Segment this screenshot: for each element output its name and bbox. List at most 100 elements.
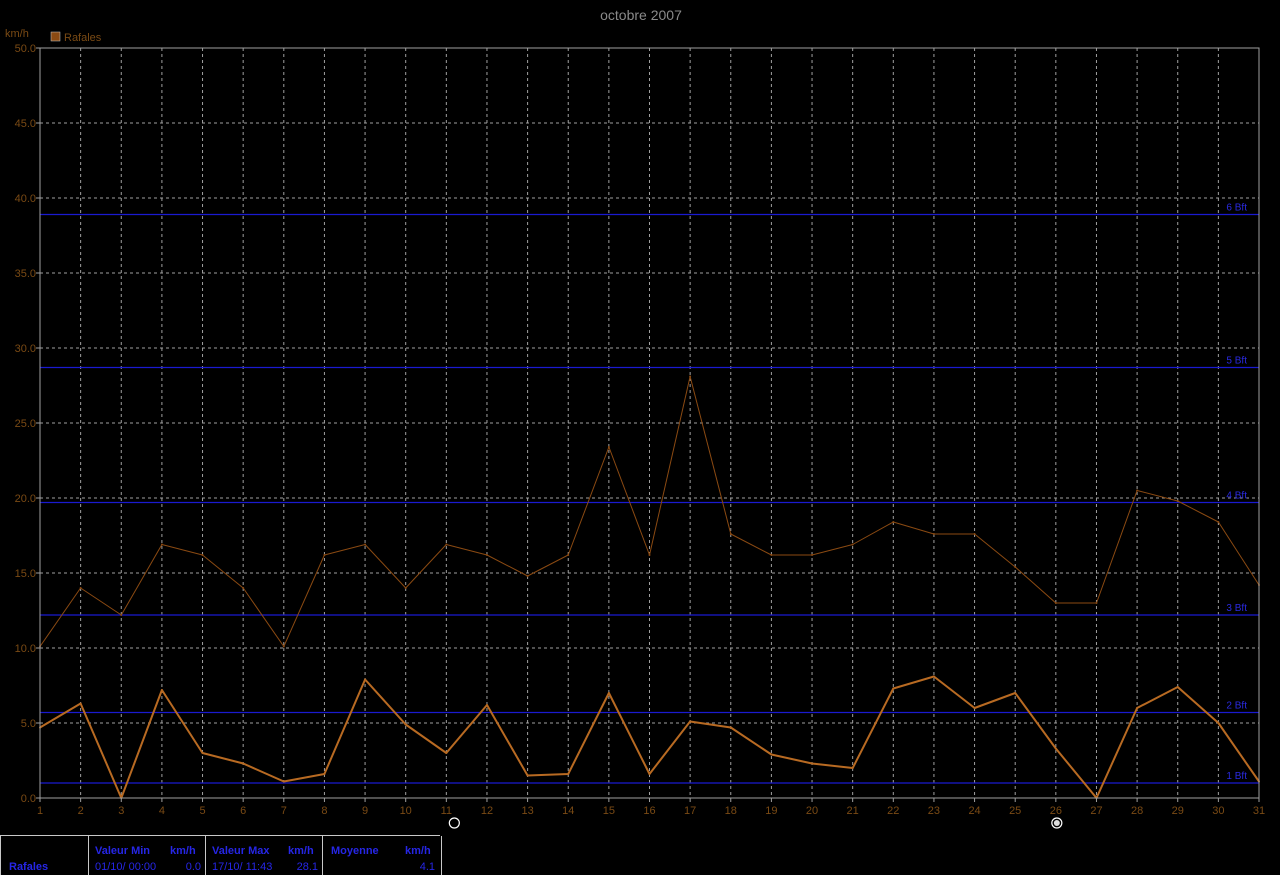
data-point-max xyxy=(729,533,732,535)
data-point-mean xyxy=(323,773,326,775)
x-tick-label: 28 xyxy=(1131,805,1143,817)
y-tick-label: 45.0 xyxy=(15,118,36,130)
y-tick-label: 30.0 xyxy=(15,343,36,355)
avg-header: Moyenne xyxy=(331,845,379,857)
y-tick-label: 35.0 xyxy=(15,268,36,280)
data-point-mean xyxy=(445,752,448,754)
stats-panel: Rafales Valeur Min km/h 01/10/ 00:00 0.0… xyxy=(0,835,442,875)
y-tick-label: 50.0 xyxy=(15,43,36,55)
data-point-mean xyxy=(932,675,935,678)
data-point-mean xyxy=(404,723,407,726)
data-point-max xyxy=(445,543,448,546)
x-tick-label: 29 xyxy=(1172,805,1184,817)
beaufort-label: 2 Bft xyxy=(1226,701,1247,712)
min-date: 01/10/ 00:00 xyxy=(95,861,157,873)
legend-label[interactable]: Rafales xyxy=(64,32,102,44)
data-point-max xyxy=(1136,489,1139,492)
data-point-mean xyxy=(160,689,163,691)
data-point-max xyxy=(811,554,814,556)
beaufort-label: 5 Bft xyxy=(1226,356,1247,367)
data-point-mean xyxy=(526,774,529,777)
stats-series-cell: Rafales xyxy=(0,836,88,875)
data-point-max xyxy=(404,587,407,589)
data-point-max xyxy=(892,521,895,523)
data-point-mean xyxy=(1054,747,1057,750)
data-point-mean xyxy=(973,707,976,709)
data-point-mean xyxy=(892,687,895,690)
data-point-max xyxy=(485,554,488,556)
x-tick-label: 23 xyxy=(928,805,940,817)
y-tick-label: 15.0 xyxy=(15,568,36,580)
x-tick-label: 18 xyxy=(725,805,737,817)
data-point-max xyxy=(973,533,976,535)
data-point-mean xyxy=(729,726,732,729)
x-tick-label: 4 xyxy=(159,805,165,817)
min-value: 0.0 xyxy=(185,861,201,873)
x-tick-label: 22 xyxy=(887,805,899,817)
data-point-max xyxy=(282,645,285,648)
stats-avg-cell: Moyenne km/h 4.1 xyxy=(322,836,442,875)
data-point-mean xyxy=(242,762,245,765)
data-point-max xyxy=(851,543,854,546)
max-value: 28.1 xyxy=(296,861,318,873)
legend-swatch xyxy=(50,31,61,42)
data-point-mean xyxy=(811,762,814,765)
full-moon-fill xyxy=(1053,820,1060,826)
y-tick-label: 25.0 xyxy=(15,418,36,430)
y-tick-label: 20.0 xyxy=(15,493,36,505)
x-tick-label: 11 xyxy=(441,805,452,817)
data-point-max xyxy=(770,554,773,556)
data-point-mean xyxy=(567,773,570,775)
y-tick-label: 40.0 xyxy=(15,193,36,205)
data-point-max xyxy=(1095,602,1098,604)
beaufort-label: 1 Bft xyxy=(1226,771,1247,782)
x-tick-label: 19 xyxy=(765,805,777,817)
data-point-max xyxy=(932,533,935,535)
data-point-max xyxy=(1014,566,1017,568)
data-point-max xyxy=(201,554,204,556)
data-point-mean xyxy=(1136,707,1139,709)
x-tick-label: 13 xyxy=(521,805,533,817)
data-point-max xyxy=(79,587,82,589)
x-tick-label: 15 xyxy=(603,805,615,817)
data-point-mean xyxy=(689,720,692,723)
y-tick-label: 0.0 xyxy=(21,793,36,805)
chart-area: octobre 2007 km/h Rafales 1 Bft 2 Bft 3 Bf… xyxy=(0,0,1280,835)
avg-value: 4.1 xyxy=(419,861,435,873)
data-point-max xyxy=(242,587,245,589)
data-point-max xyxy=(648,554,651,556)
x-tick-label: 30 xyxy=(1212,805,1224,817)
data-point-mean xyxy=(648,773,651,775)
data-point-max xyxy=(160,543,163,546)
beaufort-label: 6 Bft xyxy=(1226,203,1247,214)
data-point-max xyxy=(1054,602,1057,604)
data-point-max xyxy=(607,446,610,448)
x-tick-label: 2 xyxy=(78,805,84,817)
max-header: Valeur Max xyxy=(212,845,270,857)
data-point-mean xyxy=(1176,686,1179,688)
y-tick-label: 5.0 xyxy=(21,718,36,730)
y-tick-label: 10.0 xyxy=(15,643,36,655)
x-tick-label: 16 xyxy=(643,805,655,817)
min-unit: km/h xyxy=(170,845,196,857)
data-point-mean xyxy=(201,752,204,754)
stats-max-cell: Valeur Max km/h 17/10/ 11:43 28.1 xyxy=(205,836,322,875)
x-tick-label: 6 xyxy=(240,805,246,817)
data-point-mean xyxy=(770,753,773,756)
data-point-max xyxy=(1217,521,1220,523)
data-point-mean xyxy=(1217,722,1220,724)
data-point-mean xyxy=(364,678,367,681)
x-tick-label: 8 xyxy=(321,805,327,817)
x-tick-label: 26 xyxy=(1050,805,1062,817)
stats-min-cell: Valeur Min km/h 01/10/ 00:00 0.0 xyxy=(88,836,205,875)
x-tick-label: 7 xyxy=(281,805,287,817)
data-point-max xyxy=(1176,500,1179,502)
x-tick-label: 14 xyxy=(562,805,574,817)
x-tick-label: 21 xyxy=(847,805,859,817)
data-point-mean xyxy=(607,692,610,694)
data-point-mean xyxy=(1014,692,1017,694)
data-point-max xyxy=(526,575,529,577)
beaufort-label: 3 Bft xyxy=(1226,603,1247,614)
chart-title: octobre 2007 xyxy=(600,7,682,23)
data-point-mean xyxy=(282,780,285,783)
